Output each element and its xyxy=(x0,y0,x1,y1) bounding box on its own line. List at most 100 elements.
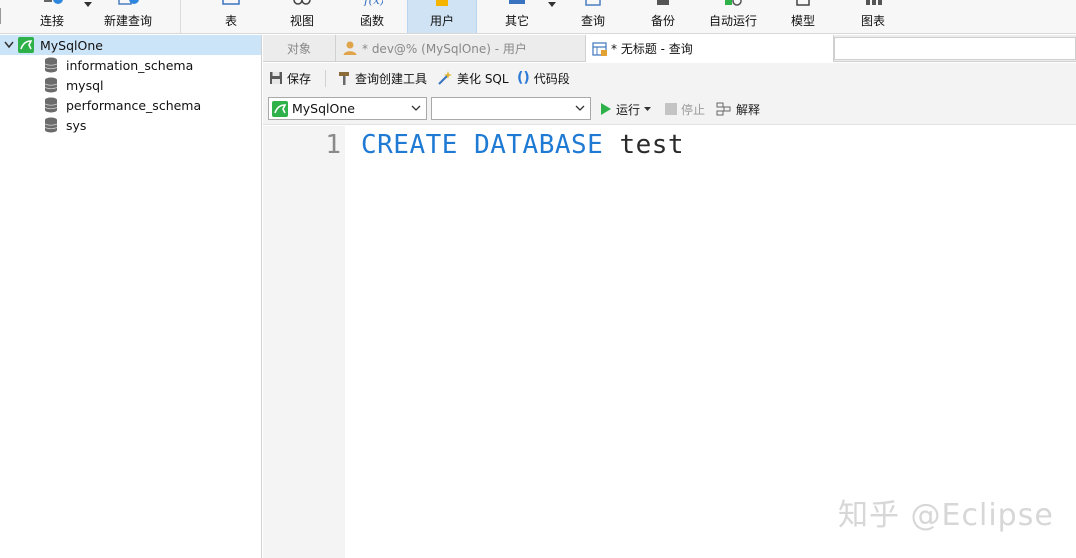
sql-keyword: DATABASE xyxy=(474,130,604,160)
code-snippet-button[interactable]: () 代码段 xyxy=(517,63,570,93)
query-tab-icon xyxy=(592,41,607,56)
other-label: 其它 xyxy=(504,14,529,28)
explain-button[interactable]: 解释 xyxy=(716,93,760,125)
navigation-pane: MySqlOne information_schema mysql perfor… xyxy=(0,35,262,558)
chart-button[interactable]: 图表 xyxy=(848,0,898,33)
sql-keyword: CREATE xyxy=(361,130,458,160)
main-toolbar: 连接 新建查询 表 视图 f(x) 函数 用户 其它 xyxy=(0,0,1076,34)
database-icon xyxy=(44,117,58,133)
database-icon xyxy=(44,77,58,93)
database-name: performance_schema xyxy=(66,97,202,113)
save-label: 保存 xyxy=(287,71,312,86)
beautify-sql-label: 美化 SQL xyxy=(457,71,509,86)
editor-toolbar: 保存 查询创建工具 美化 SQL () 代码段 xyxy=(263,63,1076,93)
tree-database-item[interactable]: information_schema xyxy=(0,55,261,75)
run-label: 运行 xyxy=(616,102,641,117)
database-icon xyxy=(44,57,58,73)
model-label: 模型 xyxy=(790,14,815,28)
connection-select-value: MySqlOne xyxy=(292,101,355,116)
editor-gutter: 1 xyxy=(263,126,345,558)
view-label: 视图 xyxy=(289,14,314,28)
backup-icon xyxy=(657,0,669,5)
play-icon xyxy=(601,103,611,115)
hammer-icon xyxy=(339,72,349,85)
stop-button[interactable]: 停止 xyxy=(665,93,705,125)
stop-label: 停止 xyxy=(681,102,706,117)
backup-button[interactable]: 备份 xyxy=(638,0,688,33)
code-line: CREATE DATABASE test xyxy=(361,130,684,160)
tree-database-item[interactable]: mysql xyxy=(0,75,261,95)
toolbar-edge xyxy=(0,8,6,24)
connect-button[interactable]: 连接 xyxy=(24,0,80,33)
other-button[interactable]: 其它 xyxy=(494,0,540,33)
chevron-down-icon xyxy=(575,105,585,111)
connect-label: 连接 xyxy=(39,14,64,28)
chevron-down-icon xyxy=(411,105,421,111)
database-name: information_schema xyxy=(66,57,194,73)
user-button[interactable]: 用户 xyxy=(407,0,477,33)
model-icon xyxy=(796,0,810,6)
explain-icon xyxy=(716,102,731,116)
function-button[interactable]: f(x) 函数 xyxy=(346,0,398,33)
code-snippet-label: 代码段 xyxy=(533,71,570,86)
query-builder-button[interactable]: 查询创建工具 xyxy=(337,63,427,93)
view-icon xyxy=(293,0,311,5)
tree-database-item[interactable]: performance_schema xyxy=(0,95,261,115)
backup-label: 备份 xyxy=(650,14,675,28)
function-icon: f(x) xyxy=(363,0,383,6)
table-icon xyxy=(222,0,240,5)
collapse-caret-icon[interactable] xyxy=(0,41,18,49)
function-label: 函数 xyxy=(359,14,384,28)
view-button[interactable]: 视图 xyxy=(276,0,328,33)
tab-search-input[interactable] xyxy=(834,37,1076,60)
database-name: sys xyxy=(66,117,87,133)
query-builder-label: 查询创建工具 xyxy=(355,71,428,86)
save-button[interactable]: 保存 xyxy=(269,63,311,93)
tab-objects[interactable]: 对象 xyxy=(263,35,335,61)
table-label: 表 xyxy=(224,14,237,28)
user-tab-icon xyxy=(343,41,357,55)
automation-button[interactable]: 自动运行 xyxy=(702,0,764,33)
tab-user-editor[interactable]: * dev@% (MySqlOne) - 用户 xyxy=(335,35,585,61)
database-icon xyxy=(44,97,58,113)
explain-label: 解释 xyxy=(736,102,761,117)
user-icon xyxy=(436,0,448,6)
new-query-label: 新建查询 xyxy=(103,14,152,28)
user-label: 用户 xyxy=(429,14,454,28)
mysql-connection-icon xyxy=(272,100,288,117)
tab-strip: 对象 * dev@% (MySqlOne) - 用户 * 无标题 - 查询 xyxy=(263,35,1076,62)
tab-query-editor[interactable]: * 无标题 - 查询 xyxy=(585,35,834,62)
query-button[interactable]: 查询 xyxy=(568,0,618,33)
watermark: 知乎 @Eclipse xyxy=(838,498,1054,533)
model-button[interactable]: 模型 xyxy=(778,0,828,33)
database-select[interactable] xyxy=(431,97,591,120)
sql-identifier: test xyxy=(619,130,685,160)
run-dropdown-icon[interactable] xyxy=(644,106,652,112)
chart-label: 图表 xyxy=(860,14,885,28)
connect-icon xyxy=(44,0,63,4)
automation-label: 自动运行 xyxy=(708,14,757,28)
connection-select[interactable]: MySqlOne xyxy=(268,97,427,120)
database-name: mysql xyxy=(66,77,104,93)
table-button[interactable]: 表 xyxy=(208,0,254,33)
toolbar-separator xyxy=(180,0,181,33)
beautify-sql-button[interactable]: 美化 SQL xyxy=(437,63,509,93)
connection-name: MySqlOne xyxy=(40,37,103,53)
automation-icon xyxy=(725,0,742,6)
new-query-button[interactable]: 新建查询 xyxy=(96,0,160,33)
tree-connection-mysqlone[interactable]: MySqlOne xyxy=(0,35,261,55)
tree-database-item[interactable]: sys xyxy=(0,115,261,135)
line-number: 1 xyxy=(325,130,341,160)
tab-query-label: * 无标题 - 查询 xyxy=(611,42,693,56)
connection-bar: MySqlOne 运行 停止 解释 xyxy=(263,93,1076,125)
magic-wand-icon xyxy=(438,71,452,85)
query-label: 查询 xyxy=(580,14,605,28)
query-icon xyxy=(585,0,601,6)
tab-user-label: * dev@% (MySqlOne) - 用户 xyxy=(362,41,527,56)
new-query-icon xyxy=(118,0,139,5)
stop-icon xyxy=(665,103,677,115)
other-dropdown-icon[interactable] xyxy=(548,2,556,8)
mysql-connection-icon xyxy=(18,37,34,53)
connect-dropdown-icon[interactable] xyxy=(84,2,92,8)
run-button[interactable]: 运行 xyxy=(600,93,652,125)
